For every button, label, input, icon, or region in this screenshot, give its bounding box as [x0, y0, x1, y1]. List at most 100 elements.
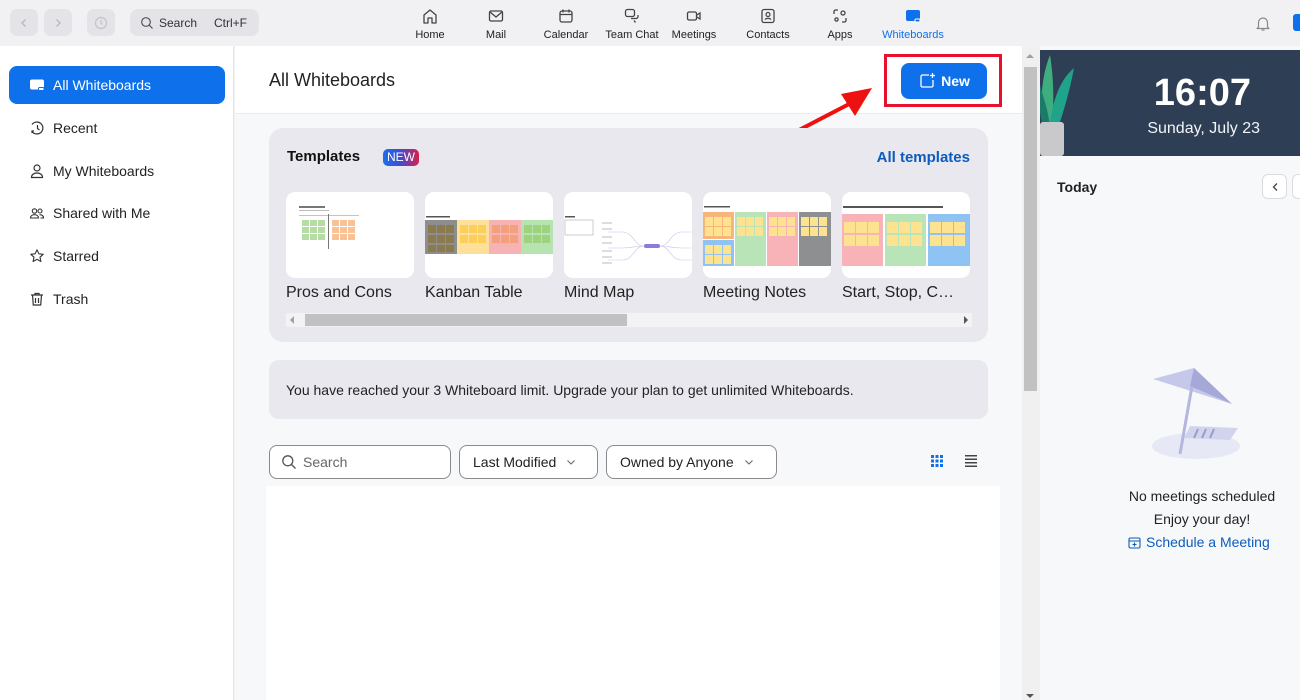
scrollbar-thumb[interactable]	[305, 314, 627, 326]
sidebar-item-label: All Whiteboards	[53, 77, 152, 93]
global-search[interactable]: Search Ctrl+F	[130, 9, 259, 36]
template-label: Meeting Notes	[703, 284, 807, 301]
templates-horizontal-scrollbar[interactable]	[286, 313, 972, 327]
forward-button[interactable]	[44, 9, 72, 36]
schedule-meeting-link[interactable]: Schedule a Meeting	[1128, 534, 1270, 550]
tab-whiteboards[interactable]: Whiteboards	[875, 4, 951, 44]
template-thumbnail	[703, 192, 831, 278]
scroll-right-icon[interactable]	[964, 316, 968, 324]
scroll-down-icon[interactable]	[1026, 694, 1034, 698]
scroll-left-icon[interactable]	[290, 316, 294, 324]
whiteboard-icon	[30, 79, 45, 91]
tab-mail[interactable]: Mail	[463, 4, 529, 44]
search-icon	[141, 16, 153, 29]
star-icon	[30, 249, 44, 263]
template-kanban-table[interactable]: Kanban Table	[425, 192, 553, 302]
list-view-icon[interactable]	[965, 455, 977, 467]
right-panel: 16:07 Sunday, July 23 Today No meetings …	[1040, 46, 1300, 700]
sort-value: Last Modified	[473, 454, 557, 470]
sidebar-item-label: My Whiteboards	[53, 163, 155, 179]
main-header: All Whiteboards New	[235, 46, 1022, 114]
history-button[interactable]	[87, 9, 115, 36]
previous-day-button[interactable]	[1262, 174, 1287, 199]
templates-section: Templates NEW All templates Pros and Con…	[269, 128, 988, 342]
mail-icon	[488, 10, 504, 22]
template-start-stop-continue[interactable]: Start, Stop, C…	[842, 192, 970, 302]
search-shortcut: Ctrl+F	[214, 15, 247, 30]
template-meeting-notes[interactable]: Meeting Notes	[703, 192, 831, 302]
app-tabs: Home Mail Calendar Team Chat Meetings Co…	[405, 4, 951, 44]
tab-apps[interactable]: Apps	[805, 4, 875, 44]
main-vertical-scrollbar[interactable]	[1022, 46, 1039, 700]
retrospective-preview	[842, 206, 970, 266]
tab-label: Home	[415, 29, 445, 41]
calendar-icon	[559, 9, 573, 23]
tab-home[interactable]: Home	[405, 4, 455, 44]
beach-umbrella-illustration	[1152, 368, 1240, 459]
sidebar-item-recent[interactable]: Recent	[9, 109, 225, 147]
whiteboard-search[interactable]	[269, 445, 451, 479]
search-label: Search	[159, 15, 198, 30]
tab-contacts[interactable]: Contacts	[731, 4, 805, 44]
mind-map-preview	[564, 216, 692, 264]
scrollbar-thumb[interactable]	[1024, 67, 1037, 391]
filter-bar: Last Modified Owned by Anyone	[269, 445, 988, 479]
apps-icon	[833, 9, 847, 23]
template-thumbnail	[286, 192, 414, 278]
chat-icon	[624, 8, 639, 23]
sidebar-item-trash[interactable]: Trash	[9, 280, 225, 318]
template-mind-map[interactable]: Mind Map	[564, 192, 692, 302]
tab-label: Apps	[827, 29, 853, 41]
people-icon	[29, 208, 45, 219]
sidebar-item-starred[interactable]: Starred	[9, 237, 225, 275]
bell-icon[interactable]	[1254, 14, 1272, 32]
person-icon	[30, 164, 44, 179]
no-meetings-text: No meetings scheduled	[1128, 488, 1276, 504]
template-thumbnail	[564, 192, 692, 278]
grid-view-icon[interactable]	[931, 455, 943, 467]
schedule-link-label: Schedule a Meeting	[1146, 534, 1270, 550]
kanban-preview	[425, 216, 553, 254]
chevron-left-icon	[1272, 182, 1277, 191]
search-input[interactable]	[303, 454, 443, 470]
whiteboard-icon	[906, 10, 921, 23]
new-badge: NEW	[383, 149, 419, 166]
chevron-down-icon	[744, 460, 753, 465]
sidebar-item-my-whiteboards[interactable]: My Whiteboards	[9, 152, 225, 190]
tab-label: Calendar	[543, 29, 589, 41]
sidebar: All Whiteboards Recent My Whiteboards Sh…	[0, 46, 234, 700]
sidebar-item-label: Trash	[53, 291, 89, 307]
main-content: All Whiteboards New Templates NEW All te…	[235, 46, 1022, 700]
sort-dropdown[interactable]: Last Modified	[459, 445, 598, 479]
avatar[interactable]	[1293, 14, 1300, 31]
clock-time: 16:07	[1153, 72, 1251, 114]
meeting-notes-preview	[703, 206, 831, 266]
pros-cons-preview	[299, 206, 359, 249]
clock-history-icon	[31, 121, 44, 135]
chevron-down-icon	[567, 460, 576, 465]
trash-icon	[31, 292, 43, 306]
tab-meetings[interactable]: Meetings	[665, 4, 723, 44]
tab-calendar[interactable]: Calendar	[533, 4, 599, 44]
scroll-up-icon[interactable]	[1026, 54, 1034, 58]
sidebar-item-shared-with-me[interactable]: Shared with Me	[9, 194, 225, 232]
sidebar-item-label: Recent	[53, 120, 98, 136]
template-thumbnail	[425, 192, 553, 278]
template-label: Start, Stop, C…	[842, 284, 955, 301]
chevron-left-icon	[21, 18, 26, 27]
video-icon	[686, 11, 701, 21]
templates-title: Templates	[287, 148, 361, 165]
sidebar-item-all-whiteboards[interactable]: All Whiteboards	[9, 66, 225, 104]
calendar-picker-button[interactable]	[1292, 174, 1300, 199]
contacts-icon	[761, 8, 775, 24]
template-list: Pros and Cons Kanban Table Mind Map Meet…	[286, 192, 981, 302]
all-templates-link[interactable]: All templates	[877, 149, 970, 166]
back-button[interactable]	[10, 9, 38, 36]
whiteboard-list	[266, 486, 1000, 700]
template-pros-and-cons[interactable]: Pros and Cons	[286, 192, 414, 302]
owner-dropdown[interactable]: Owned by Anyone	[606, 445, 777, 479]
calendar-add-icon	[1128, 536, 1141, 549]
tab-team-chat[interactable]: Team Chat	[599, 4, 665, 44]
tab-label: Contacts	[746, 29, 790, 41]
clock-date: Sunday, July 23	[1147, 120, 1260, 137]
